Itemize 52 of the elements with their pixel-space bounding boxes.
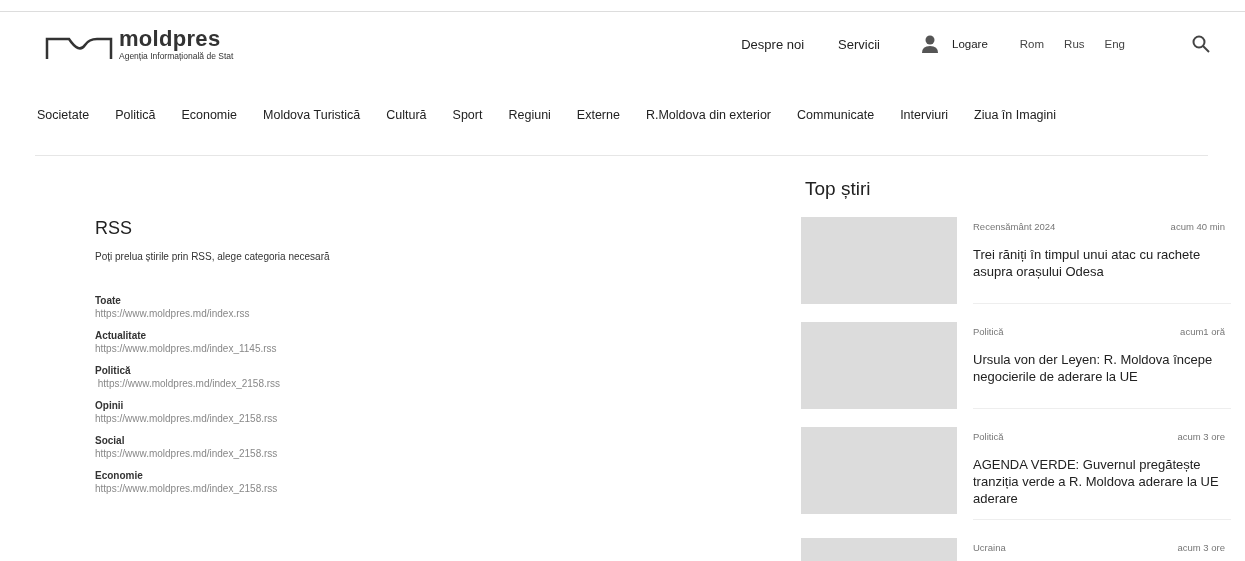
feed-name: Opinii [95,400,125,411]
header-link[interactable]: Despre noi [741,36,805,52]
language-link[interactable]: Rom [1019,38,1045,50]
nav-link[interactable]: Cultură [386,108,427,131]
nav-link[interactable]: Externe [576,108,620,131]
intro-text: Poți prelua știrile prin RSS, alege categoria necesară [95,251,331,262]
language-link[interactable]: Rus [1064,38,1085,50]
image-placeholder[interactable] [801,427,957,514]
news-category[interactable]: Politică [973,431,1004,442]
feed-name: Toate [95,295,122,306]
search-icon[interactable] [1192,35,1210,53]
feed-link[interactable]: https://www.moldpres.md/index_1145.rss [95,343,801,354]
feed-name: Economie [95,470,144,481]
nav-link[interactable]: Ziua în Imagini [974,108,1057,131]
logo-icon[interactable] [45,35,113,60]
nav-link[interactable]: Economie [181,108,237,131]
language-link[interactable]: Eng [1104,38,1125,50]
news-time: acum 40 min [1170,221,1225,232]
news-category[interactable]: Politică [973,326,1004,337]
feed-link[interactable]: https://www.moldpres.md/index_2158.rss [95,413,801,424]
news-headline[interactable]: AGENDA VERDE: Guvernul pregătește tranziția verde a R. Moldova aderare la UE aderare [973,456,1231,519]
feed-name: Politică [95,365,132,376]
news-time: acum 3 ore [1177,542,1225,553]
nav-link[interactable]: Societate [37,108,90,131]
user-icon[interactable] [920,34,940,54]
section-title: Top știri [805,178,872,200]
nav-link[interactable]: Politică [115,108,156,131]
image-placeholder[interactable] [801,217,957,304]
news-headline[interactable]: Ursula von der Leyen: R. Moldova începe negocierile de aderare la UE [973,351,1231,397]
feed-link[interactable]: https://www.moldpres.md/index_2158.rss [95,448,801,459]
nav-link[interactable]: Sport [452,108,483,131]
news-category[interactable]: Recensământ 2024 [973,221,1056,232]
nav-link[interactable]: R.Moldova din exterior [645,108,771,131]
header-link[interactable]: Servicii [838,36,880,52]
feed-name: Social [95,435,126,446]
page-title: RSS [95,218,133,239]
feed-link[interactable]: https://www.moldpres.md/index.rss [95,308,801,319]
feed-link[interactable]: https://www.moldpres.md/index_2158.rss [95,378,801,389]
feed-link[interactable]: https://www.moldpres.md/index_2158.rss [95,483,801,494]
nav-link[interactable]: Communicate [797,108,875,131]
logo-tagline: Agenția Informațională de Stat [119,50,234,61]
nav-link[interactable]: Regiuni [508,108,551,131]
news-category[interactable]: Ucraina [973,542,1006,553]
feed-name: Actualitate [95,330,148,341]
logo-wordmark[interactable]: moldpres [119,27,234,50]
news-time: acum1 oră [1180,326,1225,337]
news-headline[interactable]: Trei răniți în timpul unui atac cu rachete asupra orașului Odesa [973,246,1231,292]
news-time: acum 3 ore [1177,431,1225,442]
image-placeholder[interactable] [801,322,957,409]
nav-link[interactable]: Moldova Turistică [263,108,361,131]
login-link[interactable]: Logare [952,38,988,50]
nav-link[interactable]: Interviuri [900,108,949,131]
